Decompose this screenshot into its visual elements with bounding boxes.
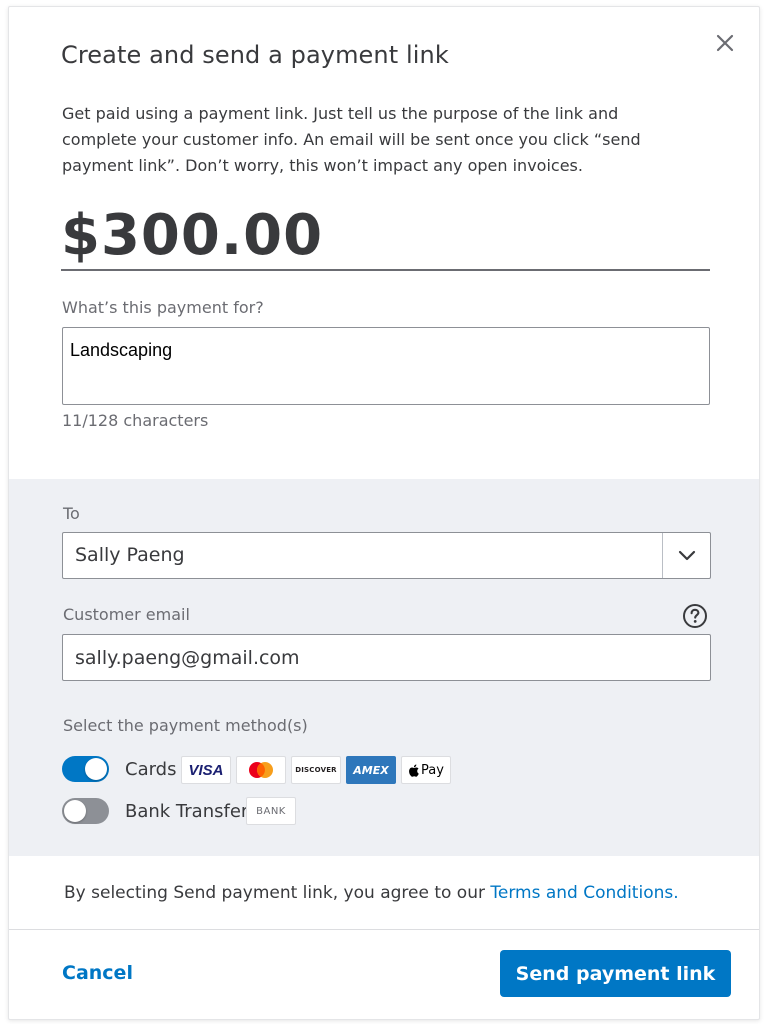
discover-badge: DISCOVER xyxy=(291,756,341,784)
intro-line: Get paid using a payment link. Just tell… xyxy=(62,104,619,123)
close-button[interactable] xyxy=(709,27,741,59)
customer-select[interactable]: Sally Paeng xyxy=(62,532,711,579)
mastercard-badge xyxy=(236,756,286,784)
intro-line: payment link”. Don’t worry, this won’t i… xyxy=(62,156,583,175)
customer-select-toggle[interactable] xyxy=(662,533,710,578)
bank-transfer-label: Bank Transfer xyxy=(125,801,249,822)
close-icon xyxy=(716,34,734,52)
terms-agreement: By selecting Send payment link, you agre… xyxy=(64,883,679,903)
intro-line: complete your customer info. An email wi… xyxy=(62,130,641,149)
help-button[interactable] xyxy=(682,603,708,629)
toggle-knob xyxy=(64,800,86,822)
visa-badge: VISA xyxy=(181,756,231,784)
amount-field[interactable]: $300.00 xyxy=(61,203,710,271)
cards-label: Cards xyxy=(125,759,177,780)
mastercard-icon xyxy=(249,762,273,778)
amex-logo: AMEX xyxy=(353,763,389,777)
to-label: To xyxy=(63,504,80,523)
question-circle-icon xyxy=(683,604,707,628)
visa-logo: VISA xyxy=(188,761,224,779)
email-label: Customer email xyxy=(63,605,190,624)
toggle-knob xyxy=(85,758,107,780)
apple-pay-text: Pay xyxy=(421,762,444,778)
bank-badge-text: BANK xyxy=(256,805,286,817)
send-payment-link-button[interactable]: Send payment link xyxy=(500,950,731,997)
discover-logo: DISCOVER xyxy=(295,766,337,774)
amex-badge: AMEX xyxy=(346,756,396,784)
customer-select-value: Sally Paeng xyxy=(75,544,185,566)
payment-method-label: Select the payment method(s) xyxy=(63,716,308,735)
purpose-textarea[interactable]: Landscaping xyxy=(62,327,710,405)
character-count: 11/128 characters xyxy=(62,411,209,430)
purpose-value: Landscaping xyxy=(70,340,173,360)
intro-text: Get paid using a payment link. Just tell… xyxy=(62,101,702,179)
terms-text: By selecting Send payment link, you agre… xyxy=(64,883,491,903)
dialog-title: Create and send a payment link xyxy=(61,41,449,69)
cancel-button[interactable]: Cancel xyxy=(62,962,133,984)
apple-pay-badge: Pay xyxy=(401,756,451,784)
terms-link[interactable]: Terms and Conditions. xyxy=(490,883,678,903)
email-value: sally.paeng@gmail.com xyxy=(75,647,300,669)
payment-link-dialog: Create and send a payment link Get paid … xyxy=(8,6,760,1020)
cards-toggle[interactable] xyxy=(62,756,109,782)
email-input[interactable]: sally.paeng@gmail.com xyxy=(62,634,711,681)
footer-divider xyxy=(9,929,759,930)
bank-transfer-toggle[interactable] xyxy=(62,798,109,824)
bank-badge: BANK xyxy=(246,797,296,825)
chevron-down-icon xyxy=(678,550,695,561)
apple-icon xyxy=(409,764,419,777)
purpose-label: What’s this payment for? xyxy=(62,298,264,317)
